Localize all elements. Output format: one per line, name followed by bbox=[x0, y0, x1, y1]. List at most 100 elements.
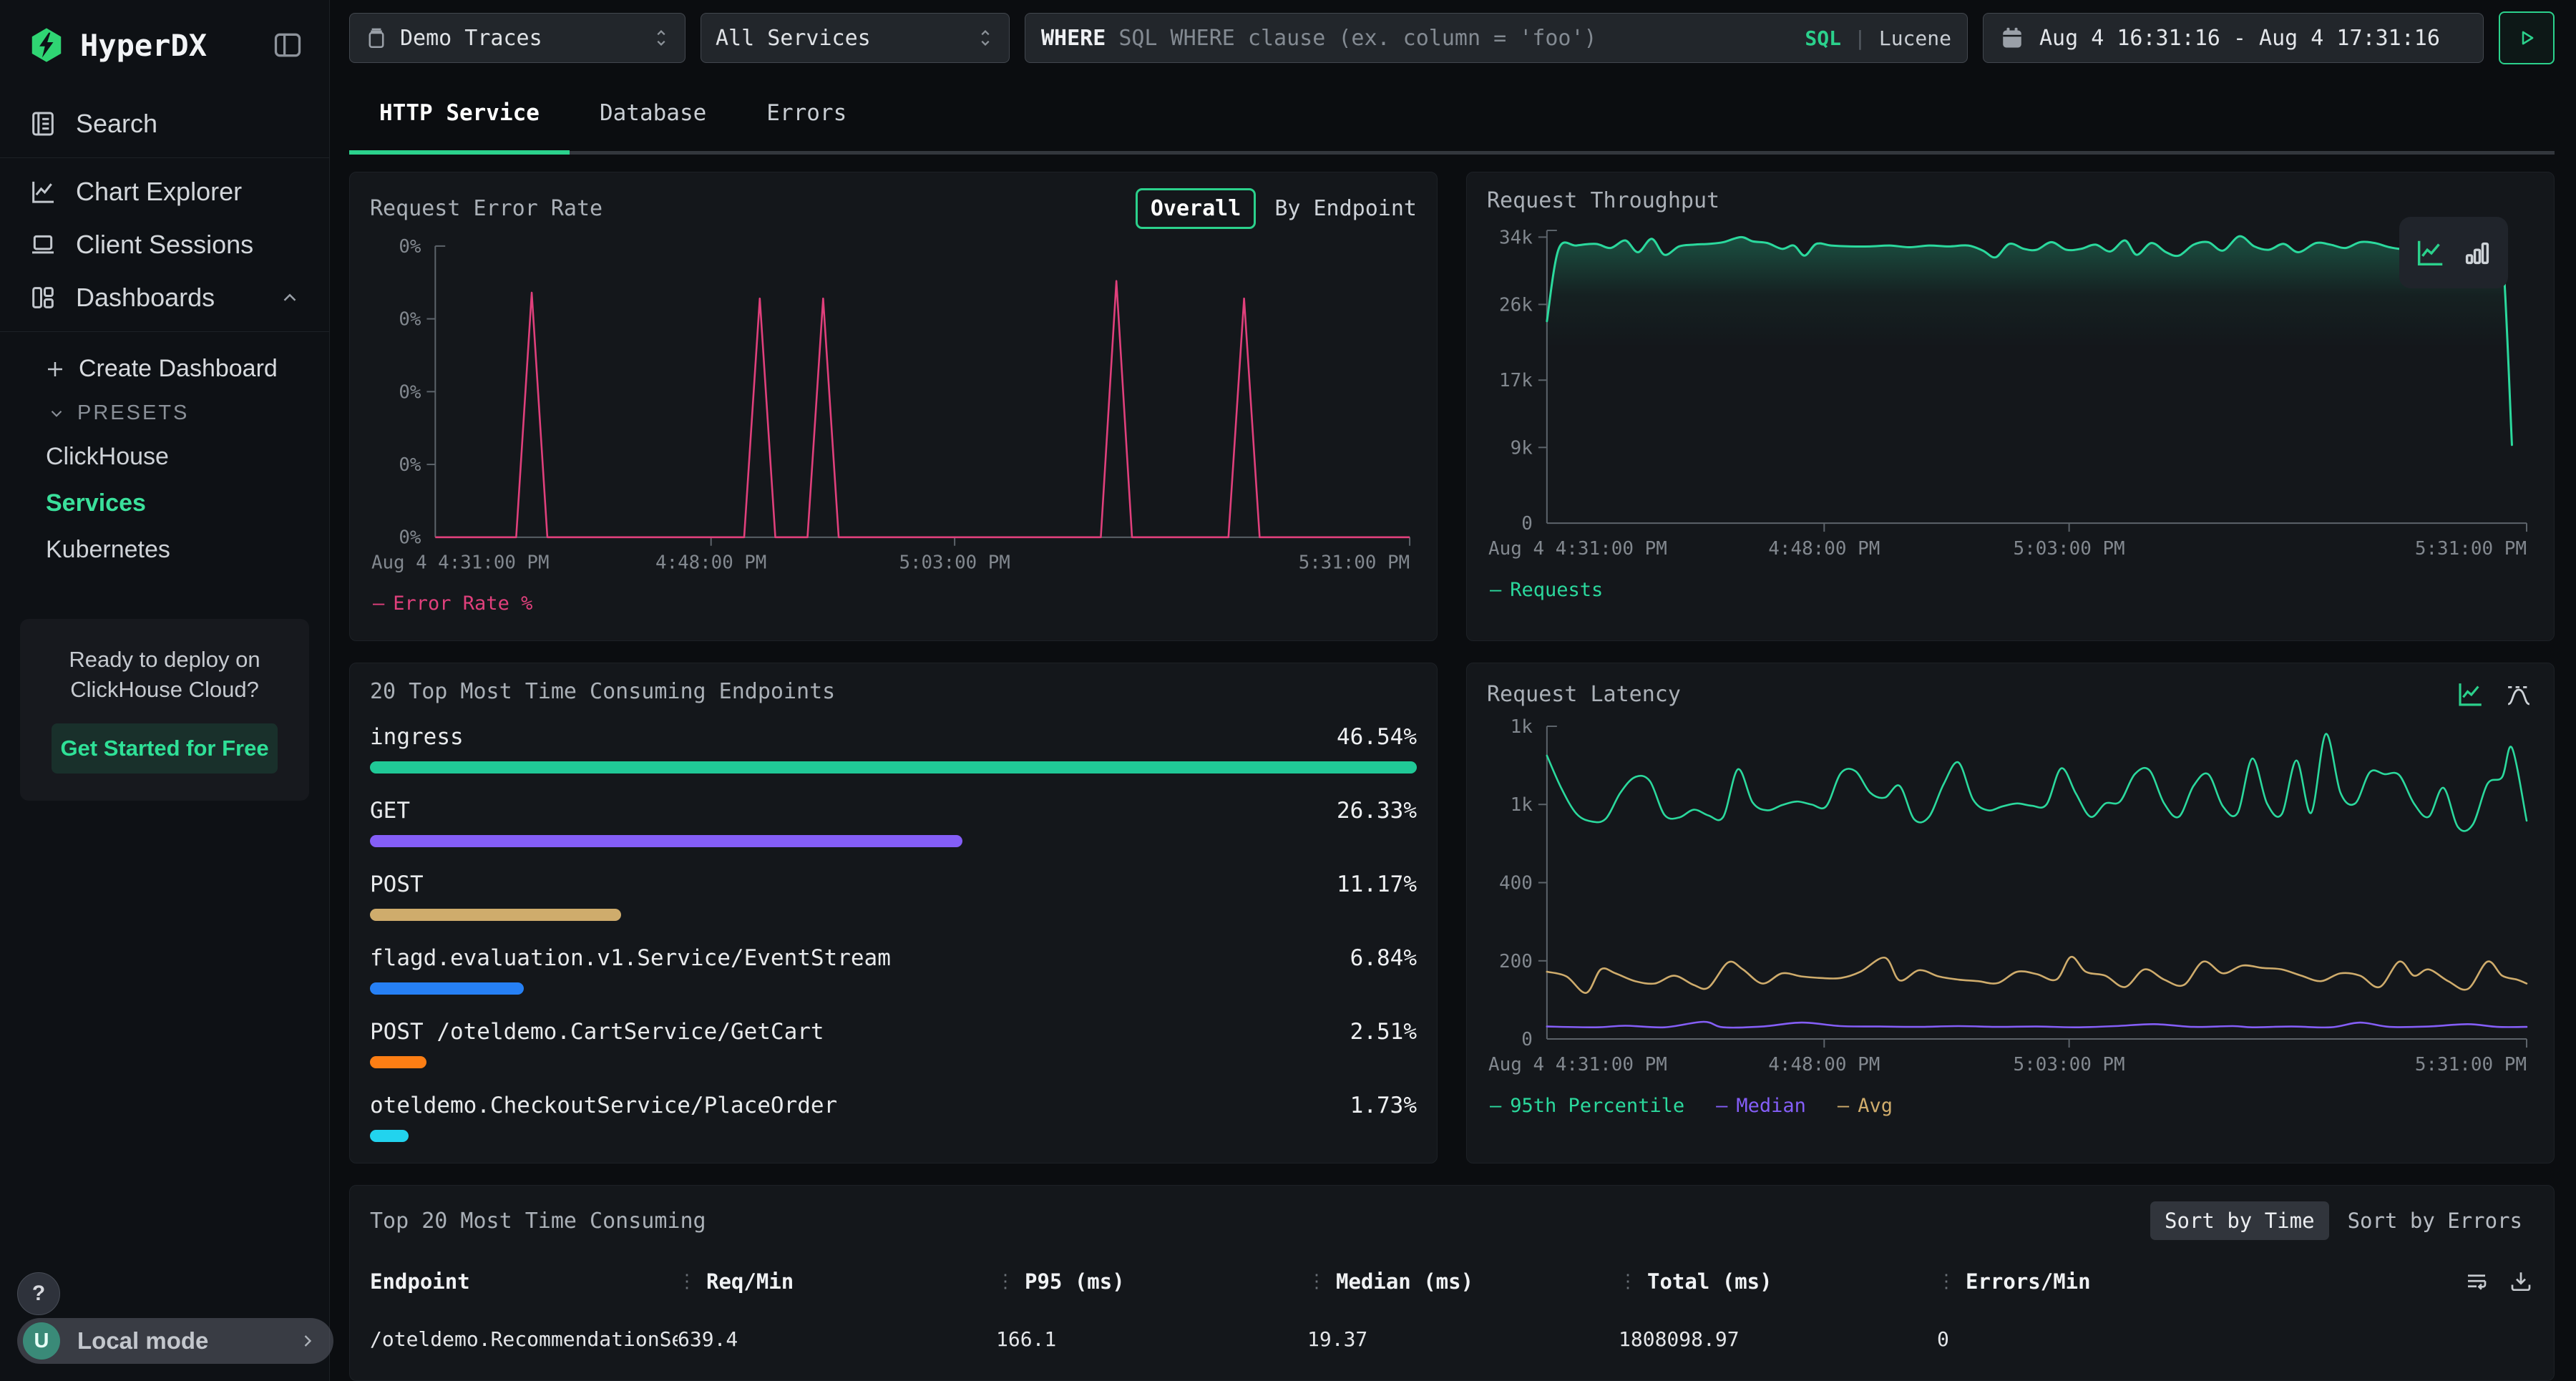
svg-text:0: 0 bbox=[1521, 1029, 1533, 1050]
where-search-input[interactable]: WHERE SQL WHERE clause (ex. column = 'fo… bbox=[1025, 13, 1968, 63]
presets-section-toggle[interactable]: PRESETS bbox=[0, 393, 329, 434]
create-dashboard-button[interactable]: Create Dashboard bbox=[0, 345, 329, 393]
sidebar-item-label: Dashboards bbox=[76, 283, 260, 313]
get-started-button[interactable]: Get Started for Free bbox=[52, 723, 278, 774]
drag-handle-icon[interactable]: ⋮ bbox=[1937, 1271, 1956, 1292]
error-rate-legend: —Error Rate % bbox=[373, 592, 1417, 615]
sidebar-item-client-sessions[interactable]: Client Sessions bbox=[0, 218, 329, 271]
column-header-endpoint[interactable]: Endpoint bbox=[370, 1269, 678, 1294]
sidebar-item-search[interactable]: Search bbox=[0, 97, 329, 150]
table-cell: /oteldemo.RecommendationServ bbox=[370, 1327, 678, 1351]
table-cell: 639.4 bbox=[678, 1327, 996, 1351]
select-chevrons-icon bbox=[976, 26, 995, 50]
journal-icon bbox=[29, 109, 57, 138]
panel-request-latency: Request Latency 1k1k4002000Aug 4 4:31:00… bbox=[1466, 663, 2555, 1163]
help-button[interactable]: ? bbox=[17, 1272, 60, 1315]
drag-handle-icon[interactable]: ⋮ bbox=[1307, 1271, 1326, 1292]
endpoint-row[interactable]: flagd.evaluation.v1.Service/EventStream6… bbox=[370, 945, 1417, 971]
histogram-icon[interactable] bbox=[2504, 679, 2534, 709]
sort-by-errors-button[interactable]: Sort by Errors bbox=[2336, 1201, 2534, 1240]
endpoint-value: 11.17% bbox=[1337, 872, 1417, 897]
svg-text:1k: 1k bbox=[1511, 716, 1533, 738]
svg-text:1k: 1k bbox=[1511, 794, 1533, 816]
sidebar-item-label: Client Sessions bbox=[76, 230, 253, 260]
svg-text:400: 400 bbox=[1499, 872, 1533, 894]
time-range-picker[interactable]: Aug 4 16:31:16 - Aug 4 17:31:16 bbox=[1983, 13, 2484, 63]
overall-toggle[interactable]: Overall bbox=[1136, 188, 1256, 229]
play-icon bbox=[2516, 27, 2537, 49]
language-lucene-toggle[interactable]: Lucene bbox=[1879, 26, 1951, 50]
plus-icon bbox=[44, 358, 66, 380]
throughput-legend: —Requests bbox=[1490, 579, 2534, 601]
chevron-right-icon bbox=[298, 1331, 318, 1351]
presets-label: PRESETS bbox=[77, 401, 189, 425]
table-toolbar-icons bbox=[2248, 1269, 2534, 1294]
service-select[interactable]: All Services bbox=[701, 13, 1010, 63]
by-endpoint-toggle[interactable]: By Endpoint bbox=[1274, 196, 1417, 221]
tab-errors[interactable]: Errors bbox=[736, 76, 877, 155]
drag-handle-icon[interactable]: ⋮ bbox=[996, 1271, 1015, 1292]
database-icon bbox=[364, 26, 389, 50]
svg-text:Aug 4 4:31:00 PM: Aug 4 4:31:00 PM bbox=[371, 552, 550, 573]
source-select[interactable]: Demo Traces bbox=[349, 13, 686, 63]
column-header-req-min[interactable]: ⋮Req/Min bbox=[678, 1269, 996, 1294]
sidebar-preset-kubernetes[interactable]: Kubernetes bbox=[0, 527, 329, 573]
endpoint-row[interactable]: oteldemo.CheckoutService/PlaceOrder1.73% bbox=[370, 1093, 1417, 1118]
endpoint-row[interactable]: ingress46.54% bbox=[370, 724, 1417, 750]
laptop-icon bbox=[29, 230, 57, 259]
local-mode-pill[interactable]: U Local mode bbox=[17, 1318, 333, 1364]
column-header-median-ms-[interactable]: ⋮Median (ms) bbox=[1307, 1269, 1619, 1294]
endpoint-row[interactable]: POST /oteldemo.CartService/GetCart2.51% bbox=[370, 1019, 1417, 1045]
svg-text:0: 0 bbox=[1521, 513, 1533, 535]
svg-text:4:48:00 PM: 4:48:00 PM bbox=[1768, 1054, 1880, 1075]
main-area: Demo Traces All Services WHERE SQL WHERE… bbox=[330, 0, 2576, 1381]
legend-label: Error Rate % bbox=[393, 592, 532, 615]
endpoint-row[interactable]: GET26.33% bbox=[370, 798, 1417, 824]
sidebar-item-dashboards[interactable]: Dashboards bbox=[0, 271, 329, 324]
tabsbar: HTTP ServiceDatabaseErrors bbox=[330, 76, 2576, 155]
source-select-value: Demo Traces bbox=[400, 26, 640, 51]
tabs: HTTP ServiceDatabaseErrors bbox=[349, 76, 2555, 155]
sidebar-item-chart-explorer[interactable]: Chart Explorer bbox=[0, 165, 329, 218]
column-header-p95-ms-[interactable]: ⋮P95 (ms) bbox=[996, 1269, 1307, 1294]
table-cell: 0 bbox=[1937, 1327, 2248, 1351]
create-dashboard-label: Create Dashboard bbox=[79, 355, 278, 383]
legend-item: —Median bbox=[1716, 1095, 1806, 1117]
collapse-sidebar-icon[interactable] bbox=[272, 29, 303, 61]
local-mode-label: Local mode bbox=[77, 1327, 298, 1355]
endpoint-row[interactable]: POST11.17% bbox=[370, 872, 1417, 897]
sort-by-time-button[interactable]: Sort by Time bbox=[2150, 1201, 2329, 1240]
svg-text:Aug 4 4:31:00 PM: Aug 4 4:31:00 PM bbox=[1488, 1054, 1667, 1075]
tab-http-service[interactable]: HTTP Service bbox=[349, 76, 570, 155]
sidebar-item-label: Chart Explorer bbox=[76, 177, 242, 207]
tab-database[interactable]: Database bbox=[570, 76, 736, 155]
run-query-button[interactable] bbox=[2499, 11, 2555, 64]
wrap-text-icon[interactable] bbox=[2464, 1269, 2489, 1294]
drag-handle-icon[interactable]: ⋮ bbox=[1619, 1271, 1637, 1292]
app-title[interactable]: HyperDX bbox=[80, 28, 272, 63]
column-header-errors-min[interactable]: ⋮Errors/Min bbox=[1937, 1269, 2248, 1294]
legend-dash: — bbox=[1490, 579, 1501, 601]
svg-text:0%: 0% bbox=[399, 527, 421, 549]
drag-handle-icon[interactable]: ⋮ bbox=[678, 1271, 696, 1292]
panel-title: Top 20 Most Time Consuming bbox=[370, 1209, 2150, 1234]
download-icon[interactable] bbox=[2508, 1269, 2534, 1294]
language-sql-toggle[interactable]: SQL bbox=[1805, 26, 1841, 50]
legend-item: —Avg bbox=[1838, 1095, 1893, 1117]
select-chevrons-icon bbox=[652, 26, 670, 50]
svg-text:5:03:00 PM: 5:03:00 PM bbox=[2014, 538, 2125, 560]
table-cell: 1808098.97 bbox=[1619, 1327, 1937, 1351]
table-row[interactable]: /oteldemo.RecommendationServ639.4166.119… bbox=[370, 1327, 2534, 1351]
endpoint-bar bbox=[370, 1130, 1417, 1142]
column-header-total-ms-[interactable]: ⋮Total (ms) bbox=[1619, 1269, 1937, 1294]
sidebar-preset-clickhouse[interactable]: ClickHouse bbox=[0, 434, 329, 480]
dashboard-content: Request Error Rate Overall By Endpoint 0… bbox=[330, 155, 2576, 1381]
bar-chart-icon[interactable] bbox=[2461, 236, 2494, 269]
panel-request-error-rate: Request Error Rate Overall By Endpoint 0… bbox=[349, 172, 1438, 641]
line-chart-icon[interactable] bbox=[2455, 679, 2485, 709]
panel-top-endpoints: 20 Top Most Time Consuming Endpoints ing… bbox=[349, 663, 1438, 1163]
endpoint-bar bbox=[370, 909, 1417, 921]
sidebar-preset-services[interactable]: Services bbox=[0, 480, 329, 527]
endpoint-label: flagd.evaluation.v1.Service/EventStream bbox=[370, 945, 1350, 971]
line-chart-icon[interactable] bbox=[2414, 236, 2446, 269]
